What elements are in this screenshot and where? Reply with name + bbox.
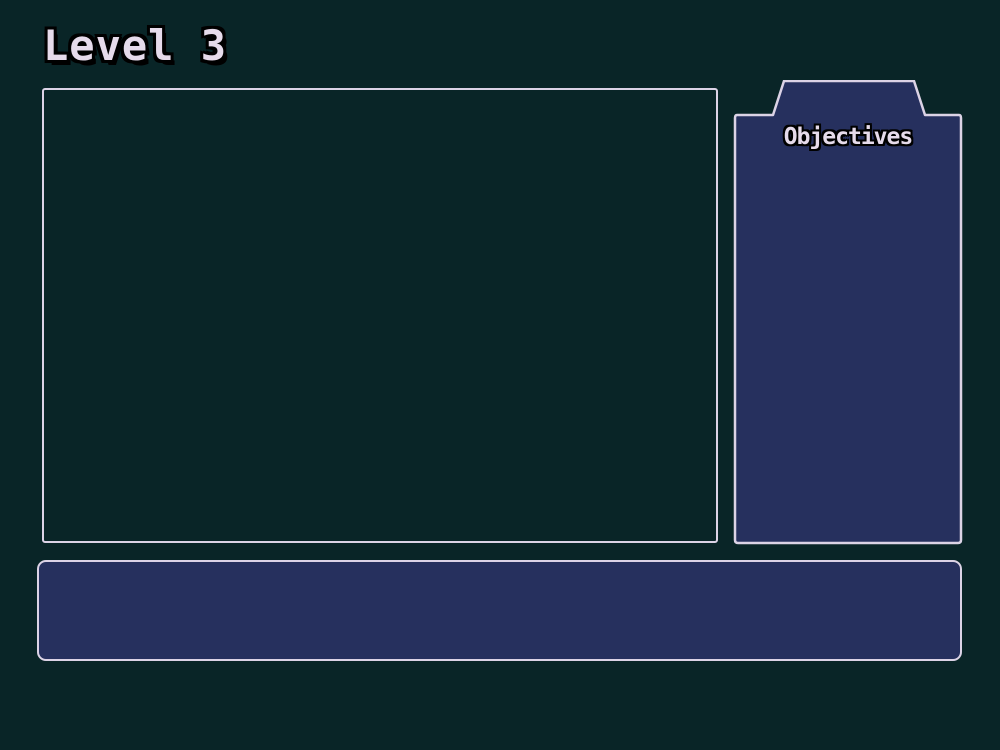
objectives-panel: Objectives	[733, 80, 963, 545]
level-title: Level 3	[43, 21, 228, 70]
game-viewport[interactable]	[42, 88, 718, 543]
objectives-title: Objectives	[783, 124, 913, 150]
dialog-box[interactable]	[37, 560, 962, 661]
